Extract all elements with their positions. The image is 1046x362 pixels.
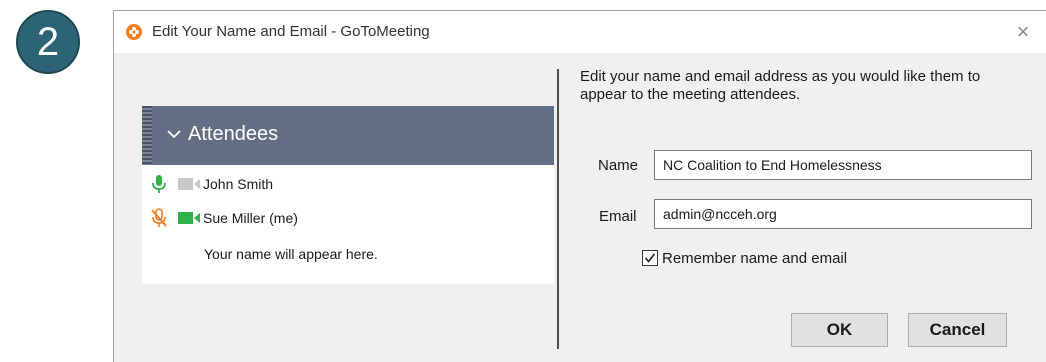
- remember-checkbox-row[interactable]: Remember name and email: [642, 248, 847, 268]
- attendees-header-label: Attendees: [188, 123, 279, 145]
- email-input[interactable]: [654, 199, 1032, 229]
- dialog-titlebar: Edit Your Name and Email - GoToMeeting ×: [114, 11, 1046, 53]
- camera-off-icon: [178, 178, 200, 190]
- cancel-button[interactable]: Cancel: [908, 313, 1007, 347]
- edit-name-email-dialog: Edit Your Name and Email - GoToMeeting ×…: [113, 10, 1046, 362]
- email-label: Email: [599, 208, 637, 225]
- gotomeeting-flower-icon: [126, 24, 142, 40]
- camera-on-icon: [178, 212, 200, 224]
- step-number-badge: 2: [16, 10, 80, 74]
- microphone-muted-icon: [151, 208, 167, 227]
- form-instructions: Edit your name and email address as you …: [580, 68, 981, 103]
- ok-button[interactable]: OK: [791, 313, 888, 347]
- drag-grip-handle[interactable]: [142, 106, 152, 165]
- attendee-name: Sue Miller (me): [203, 210, 298, 226]
- remember-checkbox-label: Remember name and email: [662, 249, 848, 267]
- attendee-name: John Smith: [203, 176, 274, 192]
- attendees-header[interactable]: Attendees: [142, 106, 554, 165]
- remember-checkbox[interactable]: [642, 250, 658, 266]
- screenshot-root: 2 Edit Your Name and Email - GoToMeeting…: [0, 0, 1046, 362]
- attendee-row: John Smith: [142, 173, 554, 195]
- panel-divider: [557, 69, 559, 349]
- attendee-row: Sue Miller (me): [142, 207, 554, 229]
- dialog-title: Edit Your Name and Email - GoToMeeting: [152, 23, 430, 40]
- attendees-preview-panel: Attendees John Smith Sue Miller (me) You…: [142, 106, 554, 284]
- name-placement-hint: Your name will appear here.: [204, 246, 378, 262]
- name-input[interactable]: [654, 150, 1032, 180]
- name-label: Name: [598, 157, 639, 174]
- chevron-down-icon[interactable]: [166, 126, 182, 142]
- checkmark-icon: [644, 253, 656, 263]
- close-button[interactable]: ×: [1010, 19, 1036, 45]
- microphone-on-icon: [152, 175, 166, 193]
